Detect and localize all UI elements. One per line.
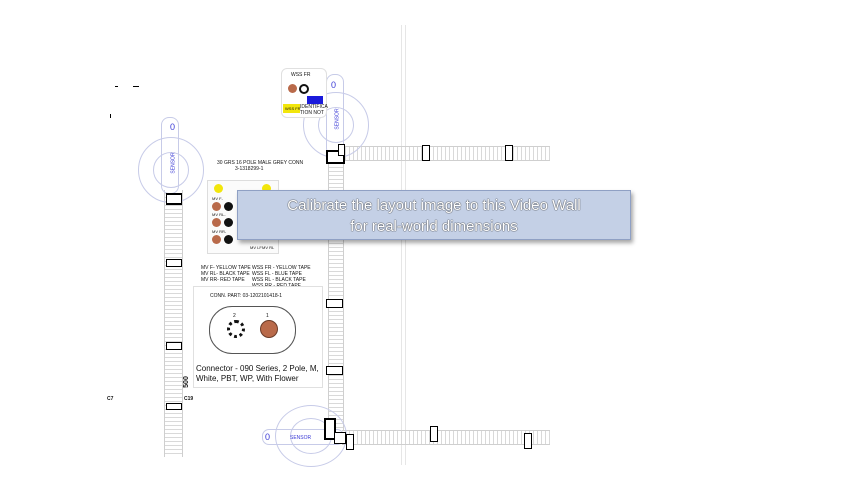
clip-marker <box>166 193 182 205</box>
dimension-500: 500 <box>182 376 190 388</box>
black-pin <box>224 202 233 211</box>
blue-box <box>307 96 323 104</box>
clip-marker <box>346 434 354 450</box>
pin-number-left: 2 <box>233 313 236 319</box>
connector-desc-2: White, PBT, WP, With Flower <box>196 374 299 383</box>
clip-marker <box>334 432 346 444</box>
calibrate-text-line1: Calibrate the layout image to this Video… <box>287 197 581 214</box>
connector-desc-1: Connector - 090 Series, 2 Pole, M, <box>196 364 319 373</box>
black-pin <box>224 218 233 227</box>
label-c7: C7 <box>107 396 114 402</box>
tape-legend-item: MV RR- RED TAPE <box>201 277 245 283</box>
black-pin <box>299 84 309 94</box>
clip-marker <box>326 299 343 308</box>
label-c19: C19 <box>184 396 194 402</box>
pin-black <box>227 320 245 338</box>
grey-conn-row: MV RL <box>262 245 275 250</box>
sensor-label-bottom: SENSOR <box>290 435 312 441</box>
wss-fr-title: WSS FR <box>291 72 311 78</box>
black-pin <box>224 235 233 244</box>
clip-marker <box>524 433 532 449</box>
grey-conn-part: 3-1318299-1 <box>235 166 264 172</box>
corner-mark <box>110 114 111 118</box>
corner-mark <box>115 86 118 87</box>
grey-conn-row: MV RR- <box>212 229 227 234</box>
pin-number-right: 1 <box>266 313 269 319</box>
pin-copper <box>260 320 278 338</box>
calibrate-text-line2: for real-world dimensions <box>350 218 518 235</box>
clip-marker <box>166 342 182 350</box>
sensor-label-top: SENSOR <box>334 108 341 130</box>
clip-marker <box>166 403 182 410</box>
clip-marker <box>422 145 430 161</box>
zero-label-bottom: 0 <box>265 432 271 442</box>
grey-conn-row: MV LF <box>250 245 262 250</box>
connector-outline <box>209 306 296 354</box>
calibrate-overlay[interactable]: Calibrate the layout image to this Video… <box>237 190 631 240</box>
grey-conn-row: MV RL- <box>212 212 226 217</box>
sensor-label-left: SENSOR <box>170 152 177 174</box>
copper-pin <box>212 218 221 227</box>
harness-rail-left <box>164 190 183 457</box>
ident-label-2: TION NOT <box>300 110 324 116</box>
wall-line <box>405 25 406 465</box>
clip-marker <box>338 144 345 156</box>
yellow-tag-label: WSS FR <box>285 106 301 111</box>
clip-marker <box>430 426 438 442</box>
copper-pin <box>288 84 297 93</box>
grey-conn-row: MV F- <box>212 196 223 201</box>
clip-marker <box>326 366 343 375</box>
wall-line <box>401 25 402 465</box>
yellow-pin <box>214 184 223 193</box>
harness-rail-bottom <box>342 430 550 445</box>
conn-part-label: CONN. PART: 03-1202101418-1 <box>210 293 283 299</box>
copper-pin <box>212 235 221 244</box>
harness-rail-top <box>342 146 550 161</box>
clip-marker <box>166 259 182 267</box>
zero-label-left: 0 <box>170 122 176 132</box>
clip-marker <box>505 145 513 161</box>
corner-mark <box>133 86 139 87</box>
copper-pin <box>212 202 221 211</box>
zero-label-top: 0 <box>331 80 337 90</box>
